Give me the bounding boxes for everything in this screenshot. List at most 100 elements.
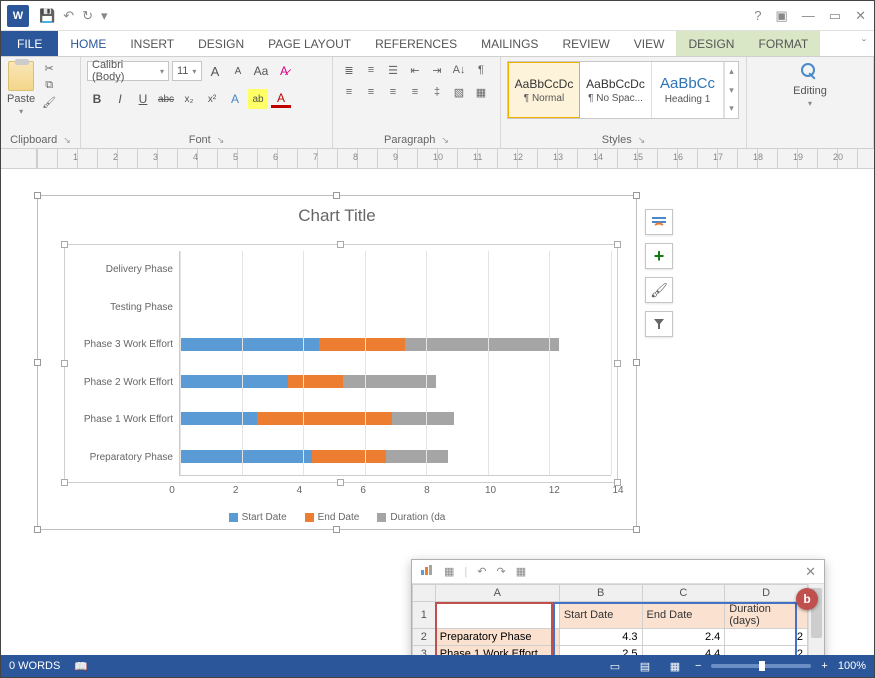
zoom-out-icon[interactable]: − xyxy=(695,660,701,672)
chart-elements-icon[interactable]: + xyxy=(645,243,673,269)
italic-button[interactable]: I xyxy=(110,89,130,109)
open-excel-icon[interactable]: ▦ xyxy=(516,565,526,578)
close-icon[interactable]: ✕ xyxy=(805,564,816,580)
chart-type-icon[interactable] xyxy=(420,564,434,579)
maximize-icon[interactable]: ▭ xyxy=(829,8,841,24)
sort-icon[interactable]: A↓ xyxy=(449,61,469,79)
find-icon[interactable] xyxy=(799,61,821,83)
increase-indent-icon[interactable]: ⇥ xyxy=(427,61,447,79)
borders-icon[interactable]: ▦ xyxy=(471,83,491,101)
resize-handle[interactable] xyxy=(61,241,68,248)
legend-item[interactable]: End Date xyxy=(305,512,360,523)
format-painter-icon[interactable]: 🖌 xyxy=(41,95,57,109)
edit-data-icon[interactable]: ▦ xyxy=(444,565,454,578)
minimize-icon[interactable]: — xyxy=(802,8,815,24)
editing-dropdown-icon[interactable]: ▾ xyxy=(808,99,812,108)
zoom-in-icon[interactable]: + xyxy=(821,660,827,672)
ruler[interactable]: 1234567891011121314151617181920 xyxy=(1,149,874,169)
ribbon-display-icon[interactable]: ▣ xyxy=(776,8,788,24)
bullets-icon[interactable]: ≣ xyxy=(339,61,359,79)
tab-home[interactable]: HOME xyxy=(58,31,118,56)
resize-handle[interactable] xyxy=(333,526,340,533)
read-mode-icon[interactable]: ▭ xyxy=(605,659,625,673)
undo-icon[interactable]: ↶ xyxy=(63,8,74,24)
align-center-icon[interactable]: ≡ xyxy=(361,83,381,101)
resize-handle[interactable] xyxy=(337,241,344,248)
bar[interactable] xyxy=(180,338,611,351)
superscript-button[interactable]: x² xyxy=(202,89,222,109)
justify-icon[interactable]: ≡ xyxy=(405,83,425,101)
tab-page-layout[interactable]: PAGE LAYOUT xyxy=(256,31,363,56)
tab-mailings[interactable]: MAILINGS xyxy=(469,31,550,56)
highlight-icon[interactable]: ab xyxy=(248,89,268,109)
bar[interactable] xyxy=(180,412,611,425)
align-right-icon[interactable]: ≡ xyxy=(383,83,403,101)
qat-more-icon[interactable]: ▾ xyxy=(101,8,108,24)
subscript-button[interactable]: x₂ xyxy=(179,89,199,109)
paragraph-launcher-icon[interactable]: ↘ xyxy=(441,135,449,146)
editing-button[interactable]: Editing xyxy=(793,85,827,97)
resize-handle[interactable] xyxy=(614,360,621,367)
spellcheck-icon[interactable]: 📖 xyxy=(74,660,88,673)
font-name-combo[interactable]: Calibri (Body)▾ xyxy=(87,61,169,81)
bar[interactable] xyxy=(180,450,611,463)
plot-area[interactable]: Delivery PhaseTesting PhasePhase 3 Work … xyxy=(64,244,618,483)
styles-launcher-icon[interactable]: ↘ xyxy=(638,135,646,146)
collapse-ribbon-icon[interactable]: ˇ xyxy=(854,31,874,56)
style-normal[interactable]: AaBbCcDc ¶ Normal xyxy=(508,62,580,118)
chart-data-sheet[interactable]: ▦ | ↶ ↷ ▦ ✕ ABCD1Start DateEnd DateDurat… xyxy=(411,559,825,655)
save-icon[interactable]: 💾 xyxy=(39,8,55,24)
chart-filters-icon[interactable] xyxy=(645,311,673,337)
tab-insert[interactable]: INSERT xyxy=(118,31,186,56)
resize-handle[interactable] xyxy=(34,526,41,533)
paste-button[interactable]: Paste xyxy=(7,93,35,105)
tab-references[interactable]: REFERENCES xyxy=(363,31,469,56)
clear-format-icon[interactable]: A̷ xyxy=(274,61,294,81)
tab-review[interactable]: REVIEW xyxy=(550,31,621,56)
strike-button[interactable]: abc xyxy=(156,89,176,109)
cut-icon[interactable]: ✂ xyxy=(41,61,57,75)
chart-styles-icon[interactable]: 🖌 xyxy=(645,277,673,303)
chart-object[interactable]: Chart Title Delivery PhaseTesting PhaseP… xyxy=(37,195,637,530)
resize-handle[interactable] xyxy=(633,359,640,366)
styles-gallery[interactable]: AaBbCcDc ¶ Normal AaBbCcDc ¶ No Spac... … xyxy=(507,61,739,119)
grow-font-icon[interactable]: A xyxy=(205,61,225,81)
redo-icon[interactable]: ↻ xyxy=(82,8,93,24)
style-heading1[interactable]: AaBbCc Heading 1 xyxy=(652,62,724,118)
layout-options-icon[interactable] xyxy=(645,209,673,235)
change-case-icon[interactable]: Aa xyxy=(251,61,271,81)
styles-more-icon[interactable]: ▴▾▾ xyxy=(724,62,738,118)
style-no-spacing[interactable]: AaBbCcDc ¶ No Spac... xyxy=(580,62,652,118)
bold-button[interactable]: B xyxy=(87,89,107,109)
resize-handle[interactable] xyxy=(333,192,340,199)
clipboard-launcher-icon[interactable]: ↘ xyxy=(63,135,71,146)
line-spacing-icon[interactable]: ‡ xyxy=(427,83,447,101)
word-count[interactable]: 0 WORDS xyxy=(9,660,60,672)
align-left-icon[interactable]: ≡ xyxy=(339,83,359,101)
font-color-icon[interactable]: A xyxy=(271,91,291,108)
zoom-level[interactable]: 100% xyxy=(838,660,866,672)
resize-handle[interactable] xyxy=(34,359,41,366)
web-layout-icon[interactable]: ▦ xyxy=(665,659,685,673)
datasheet-grid[interactable]: ABCD1Start DateEnd DateDuration (days)2P… xyxy=(412,584,808,655)
tab-design[interactable]: DESIGN xyxy=(186,31,256,56)
bar[interactable] xyxy=(180,263,611,276)
tab-chart-design[interactable]: DESIGN xyxy=(676,31,746,56)
tab-view[interactable]: VIEW xyxy=(622,31,677,56)
tab-file[interactable]: FILE xyxy=(1,31,58,56)
help-icon[interactable]: ? xyxy=(754,8,761,24)
resize-handle[interactable] xyxy=(633,526,640,533)
shrink-font-icon[interactable]: A xyxy=(228,61,248,81)
legend-item[interactable]: Duration (da xyxy=(377,512,445,523)
multilevel-icon[interactable]: ☰ xyxy=(383,61,403,79)
resize-handle[interactable] xyxy=(633,192,640,199)
redo-icon[interactable]: ↷ xyxy=(496,565,505,578)
zoom-slider[interactable] xyxy=(711,664,811,668)
show-marks-icon[interactable]: ¶ xyxy=(471,61,491,79)
decrease-indent-icon[interactable]: ⇤ xyxy=(405,61,425,79)
text-effects-icon[interactable]: A xyxy=(225,89,245,109)
paste-icon[interactable] xyxy=(8,61,34,91)
underline-button[interactable]: U xyxy=(133,89,153,109)
paste-dropdown-icon[interactable]: ▾ xyxy=(19,107,23,116)
font-launcher-icon[interactable]: ↘ xyxy=(217,135,225,146)
